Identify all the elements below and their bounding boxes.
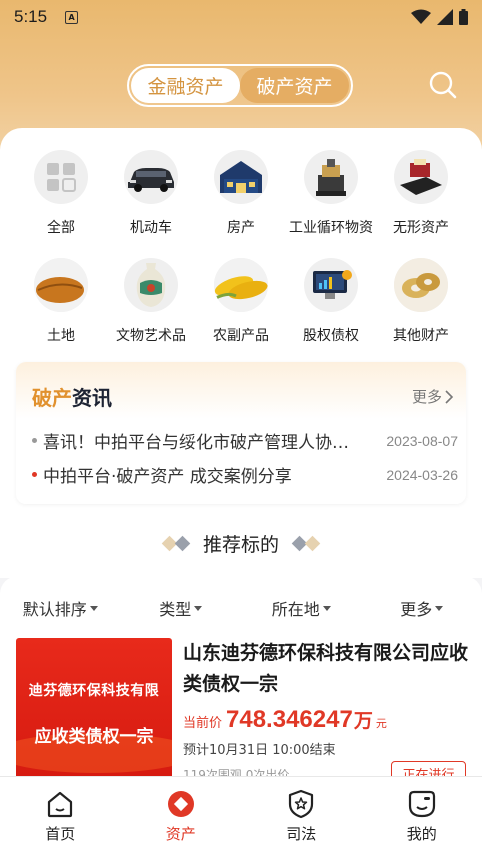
news-item-text: 中拍平台·破产资产 成交案例分享 bbox=[43, 467, 292, 487]
diamond-decoration-right bbox=[291, 535, 321, 552]
tab-assets[interactable]: 资产 bbox=[121, 777, 242, 856]
car-icon bbox=[124, 150, 178, 204]
category-equity[interactable]: 股权债权 bbox=[286, 258, 376, 345]
asset-type-switch: 金融资产 破产资产 bbox=[127, 64, 353, 107]
price-unit: 万 bbox=[353, 710, 373, 732]
listing-image[interactable]: 迪芬德环保科技有限 应收类债权一宗 bbox=[16, 638, 172, 778]
caret-down-icon bbox=[89, 605, 98, 611]
news-title-part2: 资讯 bbox=[72, 386, 112, 410]
filter-location[interactable]: 所在地 bbox=[241, 596, 362, 620]
segment-financial-assets[interactable]: 金融资产 bbox=[131, 68, 240, 103]
grid-icon bbox=[34, 150, 88, 204]
category-label: 股权债权 bbox=[303, 328, 359, 344]
price-currency: 元 bbox=[375, 717, 387, 730]
news-bullet bbox=[32, 472, 37, 477]
category-label: 工业循环物资 bbox=[289, 220, 373, 236]
profile-icon bbox=[408, 790, 435, 818]
caret-down-icon bbox=[322, 605, 331, 611]
price-label: 当前价 bbox=[183, 716, 223, 731]
category-vehicle[interactable]: 机动车 bbox=[106, 150, 196, 237]
category-label: 文物艺术品 bbox=[116, 328, 186, 344]
caret-down-icon bbox=[435, 605, 444, 611]
category-all[interactable]: 全部 bbox=[16, 150, 106, 237]
filter-type[interactable]: 类型 bbox=[121, 596, 242, 620]
asset-icon bbox=[167, 791, 194, 817]
status-time: 5:15 bbox=[14, 7, 48, 26]
filter-label: 更多 bbox=[400, 600, 433, 619]
intangible-icon bbox=[394, 150, 448, 204]
house-icon bbox=[214, 150, 268, 204]
equity-icon bbox=[304, 258, 358, 312]
machine-icon bbox=[304, 150, 358, 204]
search-icon[interactable] bbox=[428, 70, 458, 100]
news-title-part1: 破产 bbox=[32, 386, 72, 410]
category-industrial[interactable]: 工业循环物资 bbox=[286, 150, 376, 237]
tab-home[interactable]: 首页 bbox=[0, 777, 121, 856]
signal-icon bbox=[437, 9, 453, 25]
tab-justice[interactable]: 司法 bbox=[241, 777, 362, 856]
listing-price: 当前价 748.346247 万 元 bbox=[183, 706, 387, 734]
battery-icon bbox=[459, 9, 468, 25]
filter-label: 默认排序 bbox=[22, 600, 87, 619]
category-label: 房产 bbox=[227, 220, 255, 236]
filter-sort[interactable]: 默认排序 bbox=[0, 596, 121, 620]
category-label: 土地 bbox=[47, 328, 75, 344]
category-other[interactable]: 其他财产 bbox=[376, 258, 466, 345]
recommended-heading: 推荐标的 bbox=[0, 530, 482, 557]
vase-icon bbox=[124, 258, 178, 312]
category-label: 机动车 bbox=[130, 220, 172, 236]
corn-icon bbox=[214, 258, 268, 312]
category-label: 农副产品 bbox=[213, 328, 269, 344]
recommended-title: 推荐标的 bbox=[202, 534, 279, 556]
news-item-date: 2024-03-26 bbox=[386, 466, 458, 483]
listing-end-time: 预计10月31日 10:00结束 bbox=[183, 743, 336, 758]
news-card: 破产资讯 更多 喜讯！中拍平台与绥化市破产管理人协会签约 2023-08-07 … bbox=[16, 362, 466, 504]
filter-bar: 默认排序 类型 所在地 更多 bbox=[0, 596, 482, 620]
news-title: 破产资讯 bbox=[32, 382, 112, 411]
tab-label: 我的 bbox=[406, 825, 437, 843]
news-bullet bbox=[32, 438, 37, 443]
category-label: 无形资产 bbox=[393, 220, 449, 236]
category-land[interactable]: 土地 bbox=[16, 258, 106, 345]
notification-icon: A bbox=[65, 10, 79, 24]
justice-icon bbox=[289, 789, 314, 819]
wifi-icon bbox=[411, 9, 431, 24]
category-art[interactable]: 文物艺术品 bbox=[106, 258, 196, 345]
news-item-text: 喜讯！中拍平台与绥化市破产管理人协会签约 bbox=[43, 433, 363, 453]
listing-image-line2: 应收类债权一宗 bbox=[34, 727, 154, 747]
price-value: 748.346247 bbox=[226, 706, 353, 733]
category-agriculture[interactable]: 农副产品 bbox=[196, 258, 286, 345]
news-item-date: 2023-08-07 bbox=[386, 432, 458, 449]
listing-title[interactable]: 山东迪芬德环保科技有限公司应收类债权一宗 bbox=[183, 638, 468, 700]
news-more-label: 更多 bbox=[411, 388, 442, 406]
category-label: 其他财产 bbox=[393, 328, 449, 344]
segment-bankruptcy-assets[interactable]: 破产资产 bbox=[240, 68, 349, 103]
filter-more[interactable]: 更多 bbox=[362, 596, 482, 620]
news-more-link[interactable]: 更多 bbox=[412, 386, 454, 407]
filter-label: 类型 bbox=[159, 600, 192, 619]
filter-label: 所在地 bbox=[271, 600, 320, 619]
tab-label: 资产 bbox=[165, 825, 196, 843]
listing-image-line1: 迪芬德环保科技有限 bbox=[28, 683, 160, 699]
category-real-estate[interactable]: 房产 bbox=[196, 150, 286, 237]
diamond-decoration-left bbox=[161, 535, 191, 552]
tab-label: 首页 bbox=[45, 825, 76, 843]
tab-label: 司法 bbox=[286, 825, 317, 843]
news-item[interactable]: 喜讯！中拍平台与绥化市破产管理人协会签约 2023-08-07 bbox=[32, 428, 458, 453]
category-intangible[interactable]: 无形资产 bbox=[376, 150, 466, 237]
caret-down-icon bbox=[194, 605, 203, 611]
tab-profile[interactable]: 我的 bbox=[362, 777, 482, 856]
chevron-right-icon bbox=[445, 389, 454, 404]
status-bar: 5:15 A bbox=[0, 0, 482, 34]
home-icon bbox=[48, 791, 73, 818]
land-icon bbox=[34, 258, 88, 312]
coins-icon bbox=[394, 258, 448, 312]
bottom-tab-bar: 首页 资产 司法 我的 bbox=[0, 776, 482, 856]
news-item[interactable]: 中拍平台·破产资产 成交案例分享 2024-03-26 bbox=[32, 462, 458, 487]
category-label: 全部 bbox=[47, 220, 75, 236]
